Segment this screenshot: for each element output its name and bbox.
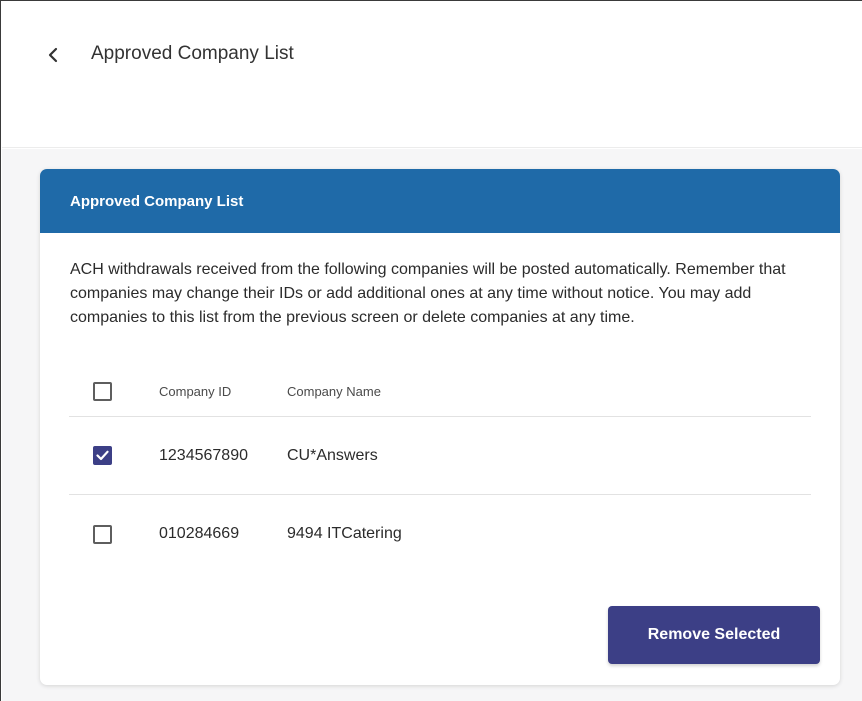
- page-title: Approved Company List: [91, 43, 294, 64]
- checkmark-icon: [96, 450, 109, 461]
- column-header-company-name: Company Name: [287, 384, 381, 399]
- company-id-cell: 010284669: [159, 525, 240, 542]
- row-checkbox-checked[interactable]: [93, 446, 112, 465]
- select-all-cell: [69, 382, 129, 401]
- table-header-row: Company ID Company Name: [69, 367, 811, 417]
- back-button[interactable]: [42, 44, 64, 66]
- column-header-company-id: Company ID: [159, 384, 232, 399]
- card-title: Approved Company List: [70, 192, 244, 210]
- card-header: Approved Company List: [40, 169, 840, 233]
- row-checkbox-cell: [69, 446, 129, 465]
- remove-selected-button[interactable]: Remove Selected: [608, 606, 820, 664]
- company-name-cell: 9494 ITCatering: [287, 525, 402, 542]
- company-table: Company ID Company Name 1234567890 CU*An…: [69, 367, 811, 573]
- top-bar: Approved Company List: [2, 2, 862, 148]
- approved-company-card: Approved Company List ACH withdrawals re…: [40, 169, 840, 685]
- card-description: ACH withdrawals received from the follow…: [70, 261, 786, 326]
- company-name-cell: CU*Answers: [287, 446, 378, 464]
- app-frame: Approved Company List Approved Company L…: [0, 0, 862, 701]
- table-row: 010284669 9494 ITCatering: [69, 495, 811, 573]
- company-id-cell: 1234567890: [159, 446, 248, 464]
- chevron-left-icon: [48, 47, 58, 63]
- row-checkbox[interactable]: [93, 524, 112, 544]
- row-checkbox-cell: [69, 524, 129, 544]
- table-row: 1234567890 CU*Answers: [69, 417, 811, 495]
- select-all-checkbox[interactable]: [93, 382, 112, 401]
